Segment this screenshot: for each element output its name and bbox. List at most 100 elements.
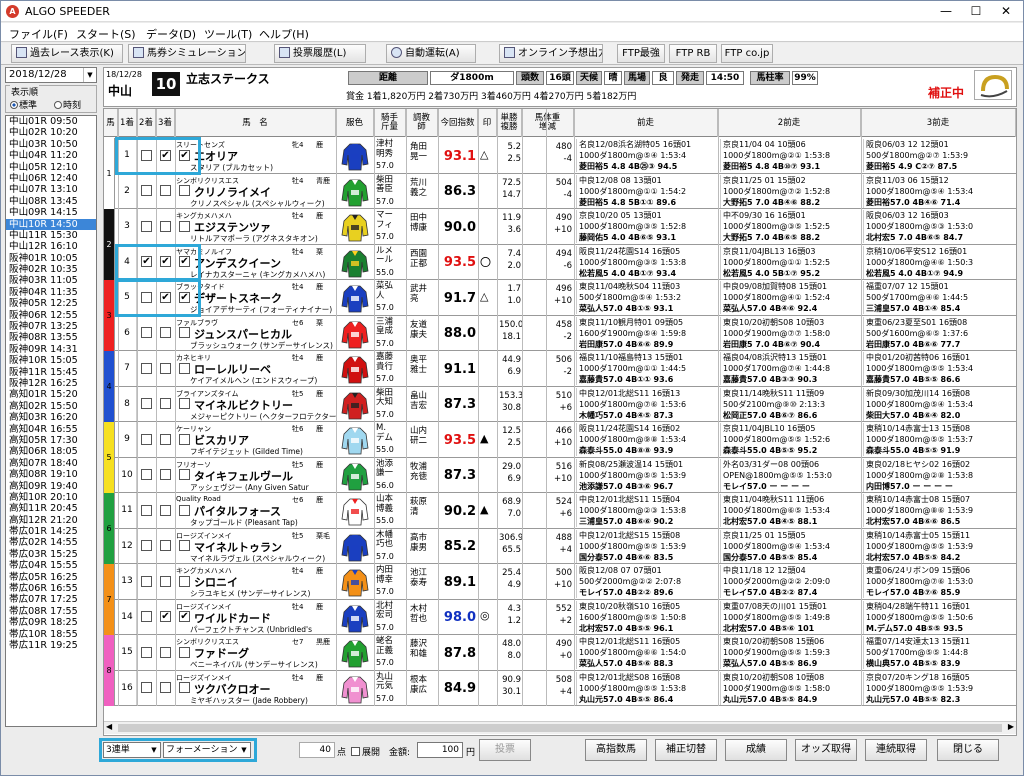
vote-history-button[interactable]: 投票履歴(L): [274, 44, 366, 63]
race-list-item[interactable]: 帯広08R 17:55: [6, 606, 96, 617]
first-place-checkbox[interactable]: [141, 327, 152, 339]
race-list-item[interactable]: 高知03R 16:20: [6, 412, 96, 423]
race-list-item[interactable]: 帯広01R 14:25: [6, 526, 96, 537]
first-place-checkbox[interactable]: [141, 504, 152, 516]
race-list-item[interactable]: 高知11R 20:45: [6, 503, 96, 514]
prev-race-1[interactable]: 名良12/08浜名湖特05 16頭01 1000ダ1800m@⑤④ 1:53:4 菱…: [576, 139, 716, 172]
prev-race-1[interactable]: 中良12/01北総S15 15頭08 1000ダ1800m@⑤⑤ 1:53:9 国分…: [576, 529, 716, 563]
table-row[interactable]: 12 ロージズインメイ 牡5 栗毛 マイネルトゥラン マイネルラヴェル (スペシャルウィー…: [115, 528, 1016, 564]
race-list-item[interactable]: 中山10R 14:50: [6, 218, 96, 230]
third-place-checkbox[interactable]: ✔: [179, 611, 190, 623]
close-dialog-button[interactable]: 閉じる: [937, 739, 999, 761]
menu-start[interactable]: スタート(S): [76, 26, 136, 42]
race-list-item[interactable]: 高知05R 17:30: [6, 435, 96, 446]
race-list-item[interactable]: 高知04R 16:55: [6, 424, 96, 435]
race-list-item[interactable]: 阪神03R 11:05: [6, 275, 96, 286]
race-list-item[interactable]: 帯広10R 18:55: [6, 629, 96, 640]
prev-race-1[interactable]: 中良12/01北総S08 16頭08 1000ダ1800m@⑤⑤ 1:53:8 丸山…: [576, 671, 716, 705]
third-place-checkbox[interactable]: [179, 433, 190, 445]
prev-race-3[interactable]: 阪良06/03 12 12頭01 500ダ1800m@②⑦ 1:53:9 菱田裕5 …: [863, 139, 1003, 172]
prev-race-2[interactable]: 中不09/30 16 16頭01 1000ダ1800m@③⑤ 1:52:5 大野拓5…: [720, 210, 860, 243]
race-list-item[interactable]: 阪神07R 13:25: [6, 321, 96, 332]
prev-race-3[interactable]: 福重07/14安達太13 15頭11 500ダ1700m@⑤⑤ 1:44:8 横山典…: [863, 636, 1003, 669]
race-list-item[interactable]: 高知08R 19:10: [6, 469, 96, 480]
prev-race-3[interactable]: 東稍10/14赤富士13 15頭08 1000ダ1800m@⑤⑤ 1:53:7 森泰…: [863, 423, 1003, 456]
scroll-thumb[interactable]: [118, 724, 1002, 732]
prev-race-3[interactable]: 京稍10/06平安S12 16頭01 1000ダ1800m@④⑥ 1:50:3 松若…: [863, 245, 1003, 279]
radio-time[interactable]: 時刻: [54, 98, 81, 111]
race-list-item[interactable]: 中山04R 11:20: [6, 150, 96, 161]
radio-standard[interactable]: 標準: [10, 98, 37, 111]
prev-race-3[interactable]: 東良02/18ヒヤシ02 16頭02 1000ダ1800m@②⑧ 1:53:8 内田…: [863, 458, 1003, 492]
prev-race-2[interactable]: 京良11/25 01 15頭05 1000ダ1800m@⑤④ 1:53:4 国分泰5…: [720, 529, 860, 563]
race-list-item[interactable]: 高知06R 18:05: [6, 446, 96, 457]
race-list-item[interactable]: 阪神12R 16:25: [6, 378, 96, 389]
race-list-item[interactable]: 帯広09R 18:25: [6, 617, 96, 628]
third-place-checkbox[interactable]: [179, 469, 190, 481]
first-place-checkbox[interactable]: [141, 398, 152, 410]
race-list-item[interactable]: 高知01R 15:20: [6, 389, 96, 400]
race-list-item[interactable]: 高知10R 20:10: [6, 492, 96, 503]
vote-button[interactable]: 投票: [479, 739, 531, 761]
prev-race-3[interactable]: 中良01/20初茜特06 16頭01 1000ダ1800m@⑤⑤ 1:53:4 嘉藤…: [863, 352, 1003, 385]
race-list-item[interactable]: 帯広02R 14:55: [6, 537, 96, 548]
race-list-item[interactable]: 中山09R 14:15: [6, 207, 96, 218]
race-list-item[interactable]: 帯広03R 15:25: [6, 549, 96, 560]
prev-race-3[interactable]: 阪良06/03 12 16頭03 1000ダ1800m@⑤③ 1:53:0 北村宏5…: [863, 210, 1003, 243]
ftp-cojp-button[interactable]: FTP co.jp: [721, 44, 773, 63]
prev-race-2[interactable]: 東良10/20初朝S08 10頭03 1000ダ1900m@⑦⑦ 1:58:0 岩田…: [720, 316, 860, 350]
online-predict-button[interactable]: オンライン予想出力: [499, 44, 603, 63]
high-index-button[interactable]: 高指数馬: [585, 739, 647, 761]
second-place-checkbox[interactable]: [160, 540, 171, 552]
first-place-checkbox[interactable]: [141, 220, 152, 232]
race-list-item[interactable]: 阪神04R 11:35: [6, 287, 96, 298]
race-list-item[interactable]: 帯広11R 19:25: [6, 640, 96, 651]
prev-race-3[interactable]: 京良11/03 06 15頭12 1000ダ1800m@⑤④ 1:53:4 菱田裕5…: [863, 174, 1003, 208]
ftp-saikyo-button[interactable]: FTP最強: [617, 44, 665, 63]
second-place-checkbox[interactable]: [160, 682, 171, 694]
prev-race-1[interactable]: 中良12/01北総S11 16頭05 1000ダ1800m@⑥⑥ 1:54:0 菜弘…: [576, 636, 716, 669]
race-list-item[interactable]: 阪神01R 10:05: [6, 253, 96, 264]
second-place-checkbox[interactable]: [160, 362, 171, 374]
prev-race-3[interactable]: 東稍04/28端午特11 16頭01 1000ダ1800m@⑤⑤ 1:50:6 M.…: [863, 600, 1003, 634]
race-list-item[interactable]: 阪神11R 15:45: [6, 367, 96, 378]
prev-race-1[interactable]: 阪良11/24花園S14 16頭05 1000ダ1800m@③⑤ 1:53:8 松若…: [576, 245, 716, 279]
second-place-checkbox[interactable]: ✔: [160, 611, 171, 623]
table-row[interactable]: 16 ロージズインメイ 牡4 鹿ツクバクロオー ミヤギハッスター (Jade Robbe…: [115, 670, 1016, 706]
date-picker[interactable]: 2018/12/28 ▼: [5, 67, 97, 83]
second-place-checkbox[interactable]: [160, 185, 171, 197]
second-place-checkbox[interactable]: [160, 646, 171, 658]
first-place-checkbox[interactable]: [141, 540, 152, 552]
race-list-item[interactable]: 帯広04R 15:55: [6, 560, 96, 571]
race-list-item[interactable]: 中山12R 16:10: [6, 241, 96, 252]
prev-race-3[interactable]: 東稍10/14赤富士08 15頭07 1000ダ1800m@⑧⑥ 1:53:9 北村…: [863, 494, 1003, 527]
race-list-item[interactable]: 阪神02R 10:35: [6, 264, 96, 275]
table-row[interactable]: 14 ✔ ✔ ロージズインメイ 牡4 鹿ワイルドカード パーフェクトチャンス (Unbrid…: [115, 599, 1016, 635]
third-place-checkbox[interactable]: [179, 362, 190, 374]
prev-race-2[interactable]: 京良11/04JBL13 16頭03 1000ダ1800m@①① 1:52:5 松若…: [720, 245, 860, 279]
race-list-item[interactable]: 高知02R 15:50: [6, 401, 96, 412]
prev-race-2[interactable]: 中良09/08加賀特08 15頭01 1000ダ1800m@④① 1:52:4 菜弘…: [720, 281, 860, 314]
prev-race-2[interactable]: 東良10/20初朝S08 10頭08 1000ダ1900m@⑤⑤ 1:58:0 丸山…: [720, 671, 860, 705]
table-row[interactable]: 11 Quality Road セ6 鹿パイタルフォース タップゴールド (Pleasa…: [115, 493, 1016, 529]
scroll-left-icon[interactable]: ◀: [106, 722, 112, 731]
race-list-item[interactable]: 阪神09R 14:31: [6, 344, 96, 355]
correction-toggle-button[interactable]: 補正切替: [655, 739, 717, 761]
second-place-checkbox[interactable]: [160, 433, 171, 445]
race-list-item[interactable]: 中山03R 10:50: [6, 139, 96, 150]
bet-simulation-button[interactable]: 馬券シミュレーション(B): [128, 44, 246, 63]
past-race-button[interactable]: 過去レース表示(K): [11, 44, 123, 63]
table-row[interactable]: 4 ✔ ✔ ✔ ヤマカミノルイフ 牡4 栗アンデスクイーン レイナカスターニャ (キングカメハ…: [115, 244, 1016, 280]
formation-select[interactable]: フォーメーション ▼: [163, 742, 251, 758]
third-place-checkbox[interactable]: [179, 220, 190, 232]
second-place-checkbox[interactable]: [160, 469, 171, 481]
menu-data[interactable]: データ(D): [146, 26, 196, 42]
third-place-checkbox[interactable]: [179, 398, 190, 410]
prev-race-3[interactable]: 東重06/23夏至S01 16頭08 500ダ1600m@⑥⑤ 1:37:6 岩田康…: [863, 316, 1003, 350]
race-list-item[interactable]: 中山01R 09:50: [6, 116, 96, 127]
odds-fetch-button[interactable]: オッズ取得: [795, 739, 857, 761]
prev-race-2[interactable]: 外名03/31ダー08 00頭06 OPEN@1800m@⑤⑤ 1:53:0 モレイ…: [720, 458, 860, 492]
chevron-down-icon[interactable]: ▼: [83, 68, 96, 82]
prev-race-3[interactable]: 京良07/20キング18 16頭05 1000ダ1800m@⑤⑤ 1:53:9 丸山…: [863, 671, 1003, 705]
close-button[interactable]: ✕: [991, 1, 1021, 21]
